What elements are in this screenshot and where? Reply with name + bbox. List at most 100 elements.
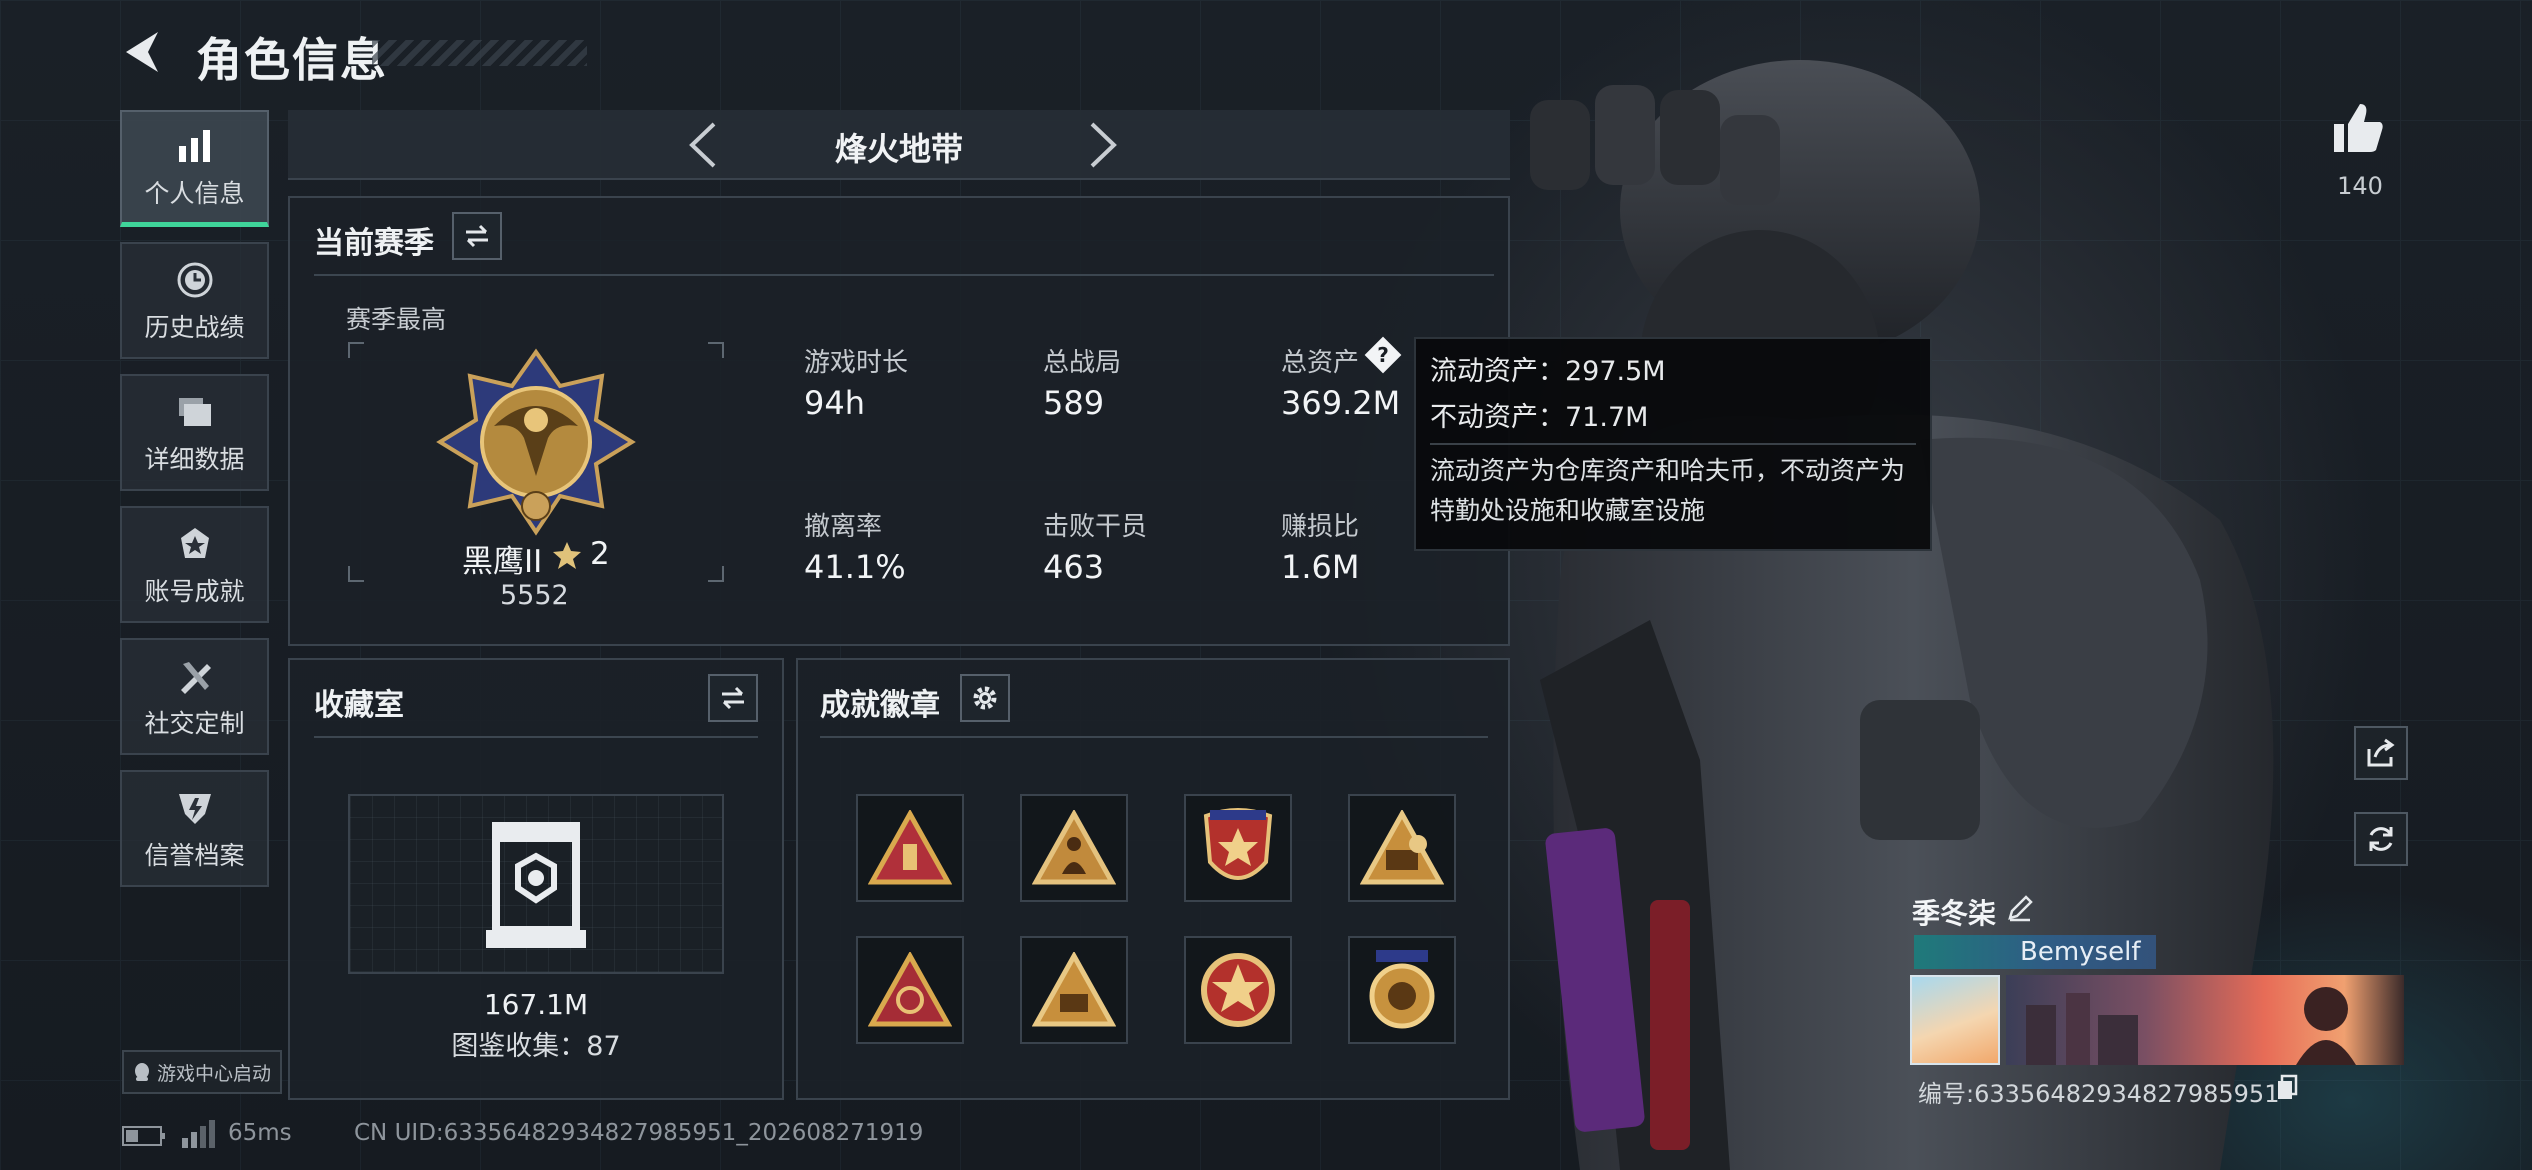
folder-icon	[173, 390, 217, 434]
game-center-label: 游戏中心启动	[156, 1062, 271, 1085]
achievement-badge[interactable]	[856, 794, 964, 902]
stat-label: 赚损比	[1281, 512, 1360, 542]
rank-score: 5552	[500, 580, 569, 611]
stat-value: 94h	[804, 384, 865, 422]
frame-corner	[708, 566, 724, 582]
achievement-badge[interactable]	[1020, 936, 1128, 1044]
swap-icon	[466, 224, 488, 248]
achievement-badge[interactable]	[1348, 794, 1456, 902]
tooltip-liquid-assets: 流动资产：297.5M	[1430, 356, 1666, 387]
badge-triangle-bottle-icon	[868, 810, 952, 885]
stat-value: 1.6M	[1281, 548, 1360, 586]
gear-icon	[973, 686, 997, 710]
rank-star-icon	[553, 542, 581, 569]
like-count: 140	[2337, 172, 2383, 200]
nav-detailed-data[interactable]: 详细数据	[120, 374, 269, 491]
frame-corner	[348, 342, 364, 358]
thumbs-up-icon[interactable]	[2330, 100, 2386, 156]
stat-label: 撤离率	[804, 512, 883, 542]
achievement-badge[interactable]	[1348, 936, 1456, 1044]
stat-value: 463	[1043, 548, 1105, 586]
share-icon	[2367, 738, 2395, 767]
tooltip-fixed-assets: 不动资产：71.7M	[1430, 402, 1649, 433]
season-title: 当前赛季	[314, 226, 434, 261]
achievement-icon	[173, 522, 217, 566]
achievement-badge[interactable]	[1184, 936, 1292, 1044]
achievement-badge[interactable]	[1184, 794, 1292, 902]
season-best-label: 赛季最高	[346, 305, 447, 334]
switch-collection-button[interactable]	[708, 674, 758, 722]
badge-triangle-56-icon	[1360, 810, 1444, 885]
badge-triangle-figure-icon	[1032, 810, 1116, 885]
divider	[314, 274, 1494, 276]
stat-value: 589	[1043, 384, 1105, 422]
player-name: 季冬柒	[1912, 897, 1997, 930]
clock-icon	[173, 258, 217, 302]
stat-label: 总资产	[1281, 348, 1360, 378]
nav-label: 账号成就	[144, 576, 245, 606]
next-mode-arrow-icon[interactable]	[1078, 120, 1126, 170]
avatar[interactable]	[1910, 975, 2000, 1065]
penguin-icon	[134, 1063, 149, 1081]
stat-label: 总战局	[1043, 348, 1122, 378]
battery-icon	[122, 1126, 165, 1146]
nav-account-achievements[interactable]: 账号成就	[120, 506, 269, 623]
signal-icon	[182, 1120, 215, 1148]
nav-label: 历史战绩	[144, 312, 245, 342]
mode-selector: 烽火地带	[288, 110, 1510, 180]
title-decoration	[372, 40, 587, 66]
achievement-badge[interactable]	[1020, 794, 1128, 902]
shield-icon	[173, 786, 217, 830]
page-title: 角色信息	[196, 33, 388, 87]
nav-personal-info[interactable]: 个人信息	[120, 110, 269, 227]
rank-stars: 2	[590, 536, 610, 572]
edit-name-icon[interactable]	[2006, 894, 2034, 922]
badge-triangle-55-icon	[1032, 952, 1116, 1027]
rank-emblem-icon	[436, 348, 636, 536]
nav-social-customize[interactable]: 社交定制	[120, 638, 269, 755]
mode-title: 烽火地带	[834, 130, 963, 168]
collection-count: 图鉴收集：87	[451, 1031, 621, 1062]
bar-chart-icon	[173, 124, 217, 168]
nav-credit-record[interactable]: 信誉档案	[120, 770, 269, 887]
profile-banner	[2006, 975, 2404, 1065]
collection-value: 167.1M	[483, 988, 589, 1021]
nav-label: 社交定制	[144, 708, 245, 738]
badge-star-emblem-icon	[1203, 808, 1273, 880]
back-arrow-icon[interactable]	[118, 26, 170, 78]
achievement-settings-button[interactable]	[960, 674, 1010, 722]
ping-value: 65ms	[228, 1120, 292, 1146]
uid-text: CN UID:63356482934827985951_202608271919	[354, 1120, 924, 1146]
nav-label: 详细数据	[144, 444, 245, 474]
frame-corner	[708, 342, 724, 358]
stat-value: 369.2M	[1281, 384, 1401, 422]
share-button[interactable]	[2354, 726, 2408, 780]
help-icon[interactable]: ?	[1364, 336, 1402, 374]
divider	[820, 736, 1488, 738]
game-center-launch-button[interactable]: 游戏中心启动	[122, 1050, 282, 1094]
tooltip-description: 流动资产为仓库资产和哈夫币，不动资产为特勤处设施和收藏室设施	[1430, 456, 1906, 525]
refresh-button[interactable]	[2354, 812, 2408, 866]
badge-triangle-flask-icon	[868, 952, 952, 1027]
svg-text:?: ?	[1377, 343, 1389, 367]
collection-title: 收藏室	[314, 688, 404, 723]
switch-season-button[interactable]	[452, 212, 502, 260]
stat-value: 41.1%	[804, 548, 906, 586]
tooltip-divider	[1430, 443, 1916, 445]
tools-icon	[173, 654, 217, 698]
frame-corner	[348, 566, 364, 582]
swap-icon	[722, 686, 744, 710]
stat-label: 游戏时长	[804, 348, 909, 378]
nav-match-history[interactable]: 历史战绩	[120, 242, 269, 359]
asset-tooltip: 流动资产：297.5M 不动资产：71.7M 流动资产为仓库资产和哈夫币，不动资…	[1414, 337, 1932, 551]
achievements-title: 成就徽章	[820, 688, 940, 723]
stat-label: 击败干员	[1043, 512, 1148, 542]
divider	[314, 736, 758, 738]
badge-round-emblem-icon	[1369, 950, 1435, 1029]
refresh-icon	[2369, 827, 2393, 851]
nav-label: 信誉档案	[144, 840, 245, 870]
achievement-badge[interactable]	[856, 936, 964, 1044]
copy-icon[interactable]	[2276, 1074, 2298, 1100]
banner-art	[2026, 987, 2356, 1065]
player-tag: Bemyself	[1914, 935, 2156, 969]
